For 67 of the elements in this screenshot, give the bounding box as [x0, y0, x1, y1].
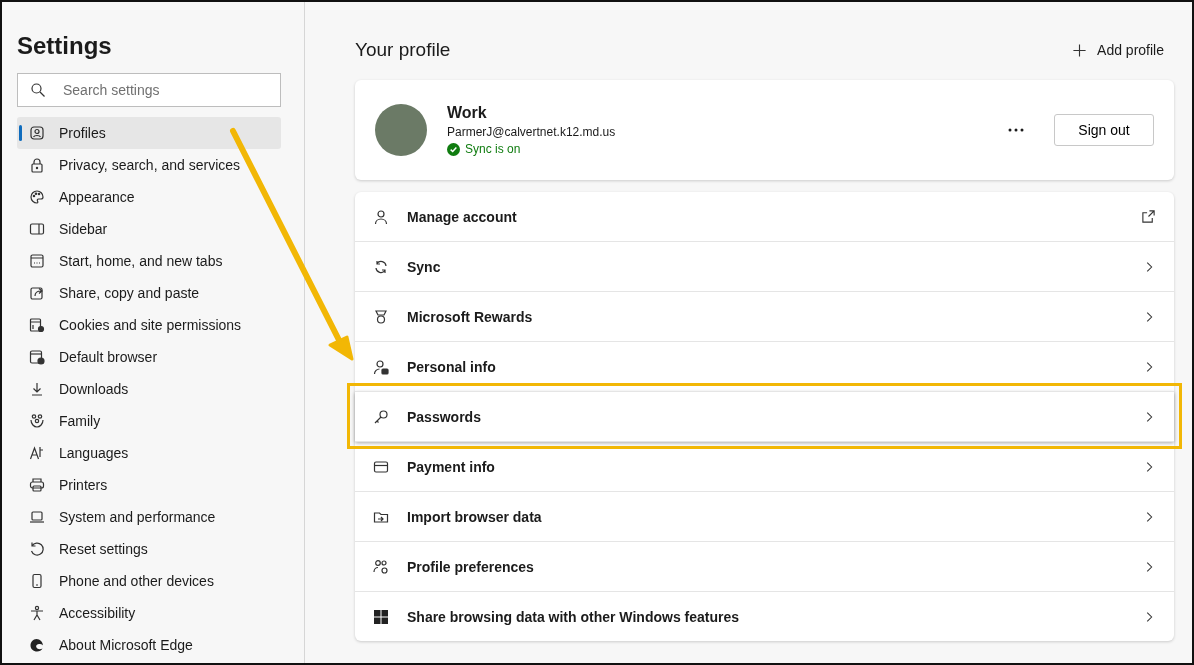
more-options-icon[interactable] [1008, 128, 1024, 132]
add-profile-label: Add profile [1097, 42, 1164, 58]
printer-icon [29, 477, 45, 493]
browser-check-icon [29, 349, 45, 365]
profile-email: ParmerJ@calvertnet.k12.md.us [447, 125, 617, 139]
reset-icon [29, 541, 45, 557]
people-settings-icon [373, 558, 389, 575]
key-icon [373, 408, 389, 425]
sidebar-item[interactable]: Appearance [17, 181, 281, 213]
download-icon [29, 381, 45, 397]
sidebar-item[interactable]: Default browser [17, 341, 281, 373]
sidebar-item[interactable]: Profiles [17, 117, 281, 149]
profile-icon [29, 125, 45, 141]
search-icon [30, 82, 46, 98]
settings-title: Settings [17, 32, 113, 60]
settings-row[interactable]: Manage account [355, 192, 1174, 241]
sidebar-item[interactable]: Sidebar [17, 213, 281, 245]
profile-name: Work [447, 104, 488, 122]
sidebar-item[interactable]: Languages [17, 437, 281, 469]
settings-row[interactable]: Sync [355, 241, 1174, 291]
sidebar-item[interactable]: System and performance [17, 501, 281, 533]
sidebar-item[interactable]: Phone and other devices [17, 565, 281, 597]
sidebar-item[interactable]: Reset settings [17, 533, 281, 565]
sidebar-item[interactable]: Family [17, 405, 281, 437]
settings-row[interactable]: Share browsing data with other Windows features [355, 591, 1174, 641]
settings-row[interactable]: Payment info [355, 441, 1174, 491]
check-circle-icon [447, 142, 460, 156]
palette-icon [29, 189, 45, 205]
sidebar-item[interactable]: Accessibility [17, 597, 281, 629]
share-icon [29, 285, 45, 301]
external-link-icon [1141, 209, 1156, 224]
sidebar-item[interactable]: Cookies and site permissions [17, 309, 281, 341]
lock-icon [29, 157, 45, 173]
sync-icon [373, 258, 389, 275]
card-icon [373, 458, 389, 475]
sidebar-item[interactable]: Printers [17, 469, 281, 501]
family-icon [29, 413, 45, 429]
sidebar-item[interactable]: Start, home, and new tabs [17, 245, 281, 277]
window-icon [29, 253, 45, 269]
windows-logo-icon [373, 608, 389, 625]
settings-row[interactable]: Import browser data [355, 491, 1174, 541]
settings-row[interactable]: Microsoft Rewards [355, 291, 1174, 341]
phone-icon [29, 573, 45, 589]
sidebar-item[interactable]: Share, copy and paste [17, 277, 281, 309]
sidebar-item[interactable]: About Microsoft Edge [17, 629, 281, 661]
sidebar-panel-icon [29, 221, 45, 237]
cookie-settings-icon [29, 317, 45, 333]
sign-out-button[interactable]: Sign out [1054, 114, 1154, 146]
medal-icon [373, 308, 389, 325]
accessibility-icon [29, 605, 45, 621]
settings-row[interactable]: Passwords [355, 391, 1174, 441]
section-title: Your profile [355, 39, 451, 61]
person-card-icon [373, 358, 389, 375]
plus-icon [1072, 42, 1088, 58]
avatar-placeholder [375, 104, 427, 156]
sidebar-item[interactable]: Downloads [17, 373, 281, 405]
search-field[interactable]: Search settings [17, 73, 281, 107]
language-icon [29, 445, 45, 461]
settings-row[interactable]: Personal info [355, 341, 1174, 391]
selection-indicator [19, 125, 22, 141]
person-icon [373, 208, 389, 225]
settings-row[interactable]: Profile preferences [355, 541, 1174, 591]
laptop-icon [29, 509, 45, 525]
sidebar-item[interactable]: Privacy, search, and services [17, 149, 281, 181]
add-profile-button[interactable]: Add profile [1072, 42, 1174, 58]
sync-status: Sync is on [465, 142, 521, 156]
edge-logo-icon [29, 637, 45, 653]
